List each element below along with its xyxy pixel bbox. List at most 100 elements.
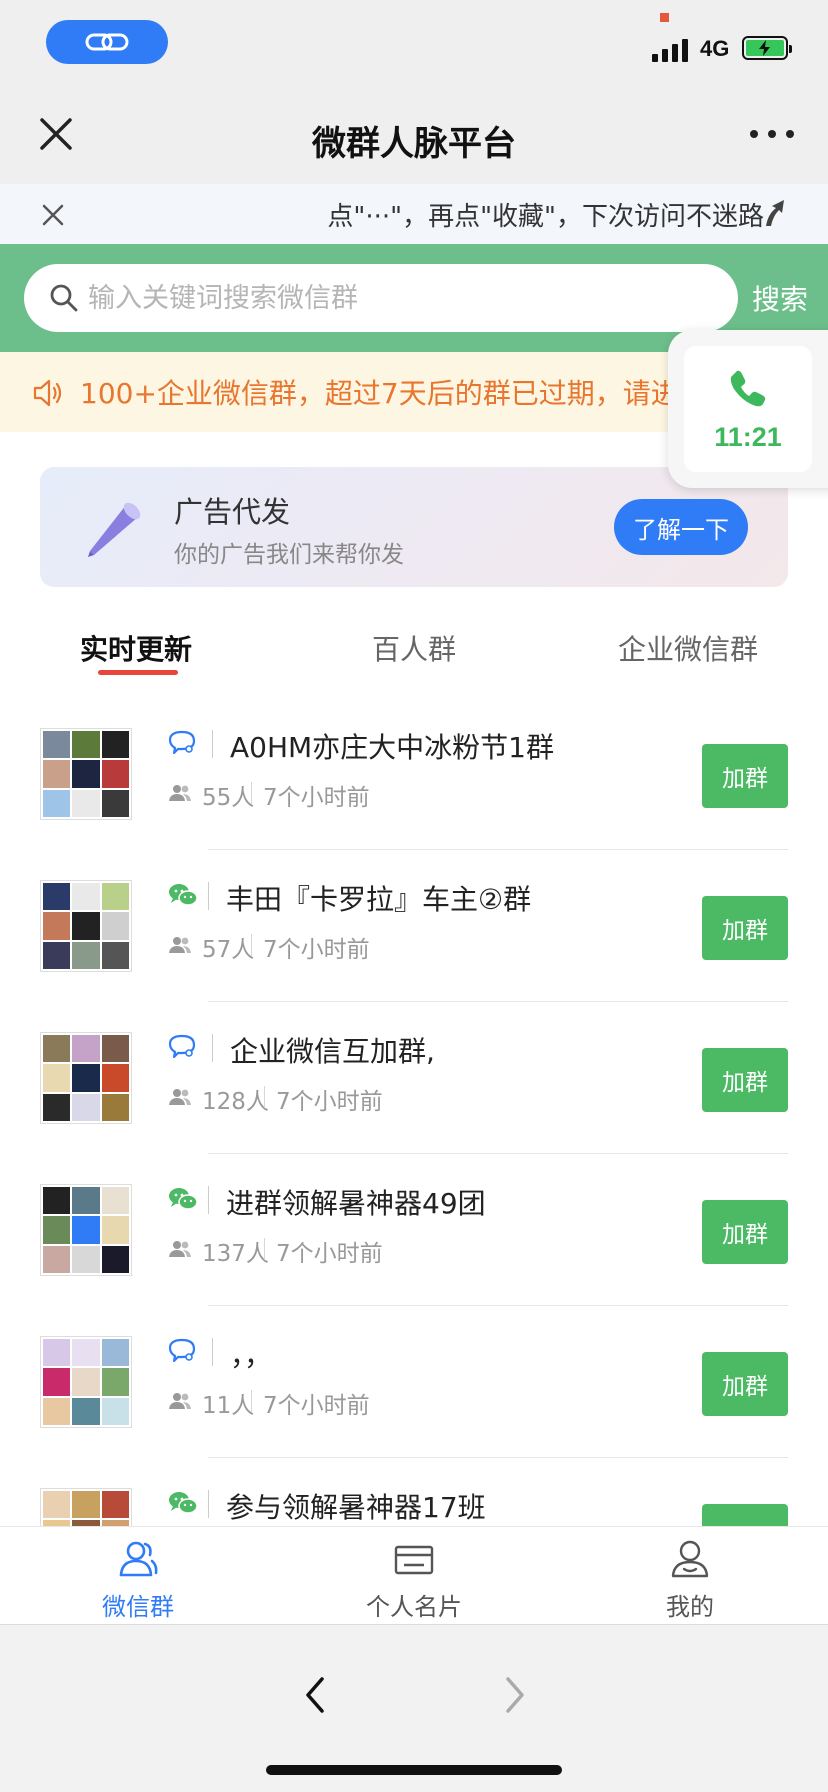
more-icon[interactable]	[750, 130, 794, 140]
learn-more-button[interactable]: 了解一下	[614, 499, 748, 555]
member-count: 55人	[202, 785, 255, 811]
meta-separator	[251, 1390, 252, 1412]
join-group-button[interactable]: 加群	[702, 896, 788, 960]
members-icon	[169, 785, 191, 801]
join-group-button[interactable]: 加群	[702, 1352, 788, 1416]
enterprise-wechat-icon	[168, 730, 196, 755]
phone-icon	[730, 370, 766, 407]
ad-title: 广告代发	[174, 495, 291, 529]
bottom-tabbar: 微信群 个人名片 我的	[0, 1526, 828, 1624]
wechat-icon	[169, 1188, 198, 1210]
recording-indicator	[660, 13, 669, 22]
status-bar: 4G	[0, 0, 828, 90]
search-box[interactable]	[24, 264, 738, 332]
battery-icon	[742, 36, 792, 60]
chevron-right-icon[interactable]	[500, 1673, 530, 1717]
title-separator	[208, 882, 209, 910]
favorite-tip-bar: 点"···"，再点"收藏"，下次访问不迷路	[0, 184, 828, 244]
join-group-button[interactable]: 加群	[702, 744, 788, 808]
group-row[interactable]: A0HM亦庄大中冰粉节1群 55人 7个小时前 加群	[0, 698, 828, 850]
ad-subtitle: 你的广告我们来帮你发	[174, 542, 404, 568]
network-label: 4G	[700, 36, 730, 61]
enterprise-wechat-icon	[168, 1338, 196, 1363]
signal-icon	[652, 36, 692, 62]
notice-text: 100+企业微信群，超过7天后的群已过期，请进	[80, 377, 679, 410]
group-row[interactable]: 企业微信互加群, 128人 7个小时前 加群	[0, 1002, 828, 1154]
tab-enterprise[interactable]: 企业微信群	[618, 628, 758, 668]
title-separator	[212, 1034, 213, 1062]
member-count: 11人	[202, 1393, 255, 1419]
home-indicator	[266, 1765, 562, 1775]
members-icon	[169, 1393, 191, 1409]
join-group-button[interactable]: 加群	[702, 1200, 788, 1264]
tabbar-label-card: 个人名片	[366, 1593, 462, 1621]
title-separator	[212, 730, 213, 758]
group-row[interactable]: 进群领解暑神器49团 137人 7个小时前 加群	[0, 1154, 828, 1306]
group-list: A0HM亦庄大中冰粉节1群 55人 7个小时前 加群 丰田『卡罗拉』车主②群 57人 7个小…	[0, 698, 828, 1526]
group-avatar	[40, 880, 132, 972]
members-icon	[169, 1241, 191, 1257]
tab-indicator	[98, 670, 178, 675]
join-group-button[interactable]: 加群	[702, 1504, 788, 1526]
search-button[interactable]: 搜索	[752, 278, 808, 318]
updated-time: 7个小时前	[276, 1241, 383, 1267]
tabbar-item-card[interactable]: 个人名片	[276, 1527, 552, 1625]
main-content: 广告代发 你的广告我们来帮你发 了解一下 实时更新 百人群 企业微信群 A0HM…	[0, 432, 828, 1526]
arrow-up-right-icon	[766, 200, 784, 226]
tabbar-label-groups: 微信群	[102, 1593, 174, 1621]
search-input[interactable]	[88, 264, 708, 332]
join-group-button[interactable]: 加群	[702, 1048, 788, 1112]
ad-banner[interactable]: 广告代发 你的广告我们来帮你发 了解一下	[40, 467, 788, 587]
call-widget[interactable]: 11:21	[668, 330, 828, 488]
group-row[interactable]: 丰田『卡罗拉』车主②群 57人 7个小时前 加群	[0, 850, 828, 1002]
title-separator	[208, 1186, 209, 1214]
member-count: 137人	[202, 1241, 269, 1267]
meta-separator	[264, 1238, 265, 1260]
tip-close-icon[interactable]	[40, 202, 66, 228]
meta-separator	[251, 934, 252, 956]
group-row[interactable]: 参与领解暑神器17班 加群	[0, 1458, 828, 1526]
group-name: 丰田『卡罗拉』车主②群	[226, 883, 532, 916]
group-row[interactable]: ，， 11人 7个小时前 加群	[0, 1306, 828, 1458]
meta-separator	[251, 782, 252, 804]
tab-realtime[interactable]: 实时更新	[80, 628, 192, 668]
group-avatar	[40, 1336, 132, 1428]
page-title: 微群人脉平台	[312, 124, 516, 164]
group-name: A0HM亦庄大中冰粉节1群	[230, 731, 554, 764]
tabbar-label-mine: 我的	[666, 1593, 714, 1621]
tabbar-item-groups[interactable]: 微信群	[0, 1527, 276, 1625]
link-pill[interactable]	[46, 20, 168, 64]
group-avatar	[40, 1184, 132, 1276]
group-name: ，，	[230, 1339, 273, 1372]
megaphone-icon	[88, 502, 141, 557]
link-icon	[85, 33, 129, 51]
group-avatar	[40, 1032, 132, 1124]
group-icon	[119, 1541, 158, 1577]
group-name: 参与领解暑神器17班	[226, 1491, 486, 1524]
wechat-icon	[169, 1492, 198, 1514]
member-count: 57人	[202, 937, 255, 963]
title-separator	[208, 1490, 209, 1518]
meta-separator	[264, 1086, 265, 1108]
group-name: 企业微信互加群,	[230, 1035, 435, 1068]
title-separator	[212, 1338, 213, 1366]
enterprise-wechat-icon	[168, 1034, 196, 1059]
group-name: 进群领解暑神器49团	[226, 1187, 486, 1220]
group-avatar	[40, 728, 132, 820]
members-icon	[169, 937, 191, 953]
tip-text: 点"···"，再点"收藏"，下次访问不迷路	[327, 202, 764, 232]
wechat-icon	[169, 884, 198, 906]
updated-time: 7个小时前	[263, 1393, 370, 1419]
card-icon	[394, 1545, 434, 1575]
speaker-icon	[33, 379, 62, 407]
updated-time: 7个小时前	[263, 937, 370, 963]
members-icon	[169, 1089, 191, 1105]
updated-time: 7个小时前	[276, 1089, 383, 1115]
updated-time: 7个小时前	[263, 785, 370, 811]
chevron-left-icon[interactable]	[300, 1673, 330, 1717]
tab-hundred[interactable]: 百人群	[372, 628, 456, 668]
group-avatar	[40, 1488, 132, 1526]
call-widget-card: 11:21	[684, 346, 812, 472]
tabbar-item-mine[interactable]: 我的	[552, 1527, 828, 1625]
member-count: 128人	[202, 1089, 269, 1115]
